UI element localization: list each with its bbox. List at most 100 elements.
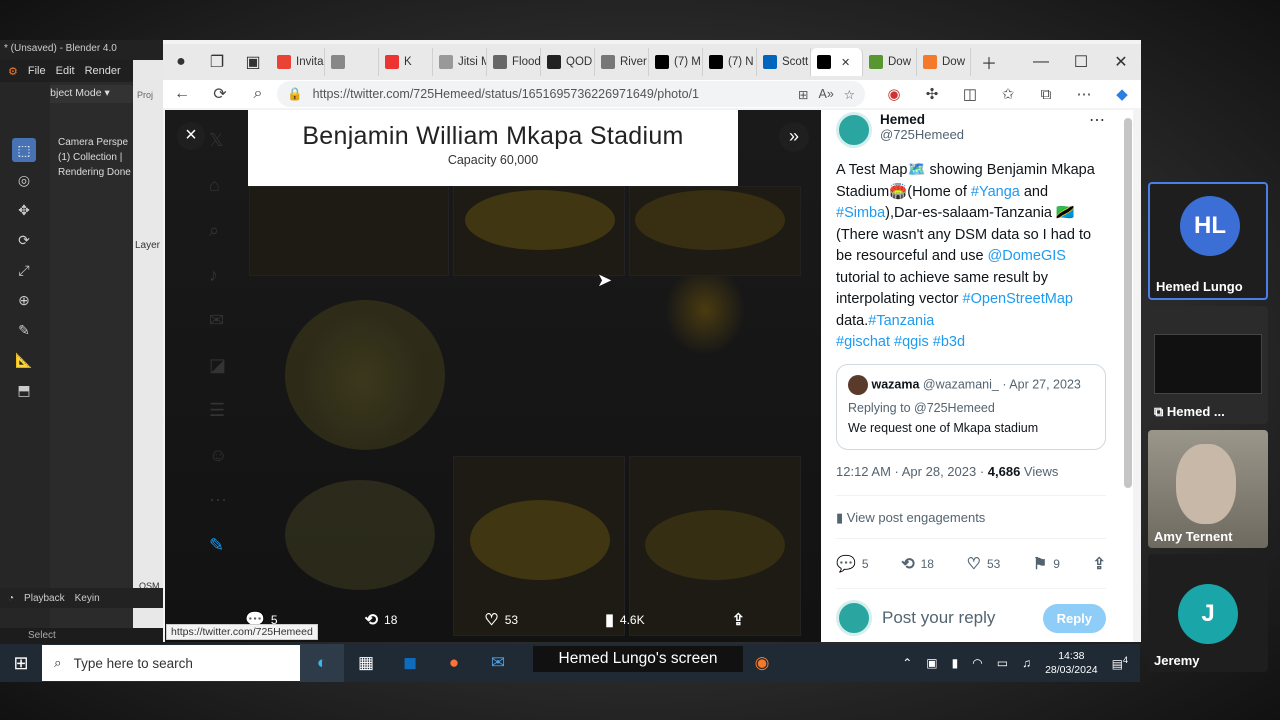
explore-icon[interactable]: ⌕ [209,220,239,265]
viewer-views-button[interactable]: ▮ 4.6K [605,610,645,630]
tray-app-icon[interactable]: ▣ [926,656,937,670]
browser-tab[interactable]: Flood [487,48,541,76]
chevron-up-icon[interactable]: ⌃ [902,656,912,670]
favorites-icon[interactable]: ✩ [989,85,1027,103]
reply-input[interactable]: Post your reply [882,608,1033,628]
scale-icon[interactable]: ⤢ [12,258,36,282]
transform-icon[interactable]: ⊕ [12,288,36,312]
search-icon[interactable]: ⌕ [239,85,277,103]
tweet-scrollbar[interactable] [1124,118,1132,488]
viewer-repost-button[interactable]: ⟲ 18 [365,610,398,630]
share-button[interactable]: ⇪ [1093,554,1106,574]
notifications-button[interactable]: ▤4 [1112,655,1128,671]
browser-tab[interactable]: Dow [863,48,917,76]
participant-tile[interactable]: J Jeremy [1148,554,1268,672]
browser-tab[interactable]: Scott [757,48,811,76]
wifi-icon[interactable]: ◠ [972,656,982,670]
browser-tab[interactable]: QOD [541,48,595,76]
outlook-icon[interactable]: ◼ [388,644,432,682]
browser-tab[interactable]: Jitsi M [433,48,487,76]
browser-tab[interactable]: (7) N [703,48,757,76]
reply-button[interactable]: 💬 5 [836,554,869,574]
browser-tab[interactable]: Invita [271,48,325,76]
minimize-button[interactable]: — [1021,53,1061,71]
more-options-icon[interactable]: ⋯ [1089,110,1105,130]
expand-panel-button[interactable]: » [779,122,809,152]
hashtag-link[interactable]: #Yanga [971,184,1020,200]
bookmark-button[interactable]: ⚑ 9 [1033,554,1060,574]
hashtag-link[interactable]: #OpenStreetMap [963,291,1073,307]
lists-icon[interactable]: ☰ [209,400,239,445]
x-logo-icon[interactable]: 𝕏 [209,130,239,175]
grok-icon[interactable]: ◪ [209,355,239,400]
usb-icon[interactable]: ▮ [952,656,959,670]
keying-menu[interactable]: Keyin [75,593,100,604]
windows-start-icon[interactable]: ⊞ [0,653,42,674]
tab-actions-icon[interactable]: ▣ [235,52,271,72]
new-tab-button[interactable]: ＋ [971,50,1007,74]
profile-icon[interactable]: ● [163,53,199,71]
read-aloud-icon[interactable]: A» [818,87,833,101]
more-circle-icon[interactable]: ⋯ [209,490,239,535]
post-button-icon[interactable]: ✎ [209,535,239,580]
battery-icon[interactable]: ▭ [997,656,1008,670]
profile-icon[interactable]: ☺ [209,445,239,490]
menu-file[interactable]: File [28,65,46,77]
home-icon[interactable]: ⌂ [209,175,239,220]
maximize-button[interactable]: ☐ [1061,52,1101,72]
viewer-like-button[interactable]: ♡ 53 [484,610,518,630]
blender-logo-icon[interactable]: ⚙ [8,65,18,78]
firefox-icon[interactable]: ● [432,644,476,682]
menu-edit[interactable]: Edit [56,65,75,77]
copilot-icon[interactable]: ◆ [1103,85,1141,103]
reply-submit-button[interactable]: Reply [1042,603,1106,633]
back-arrow-icon[interactable]: ← [163,85,201,103]
refresh-icon[interactable]: ⟳ [201,84,239,104]
mention-link[interactable]: @DomeGIS [988,248,1066,264]
author-name[interactable]: Hemed [880,112,964,127]
puzzle-icon[interactable]: ✣ [913,85,951,103]
blender-icon[interactable]: ◉ [740,644,784,682]
author-avatar[interactable] [836,112,872,148]
apps-icon[interactable]: ⊞ [798,87,808,102]
like-button[interactable]: ♡ 53 [967,554,1001,574]
quoted-tweet[interactable]: wazama @wazamani_ · Apr 27, 2023 Replyin… [836,364,1106,450]
clock-icon[interactable]: ◔ [8,593,14,604]
extension-icon[interactable]: ◉ [875,85,913,103]
participant-tile[interactable]: Amy Ternent [1148,430,1268,548]
more-icon[interactable]: ⋯ [1065,85,1103,103]
select-box-icon[interactable]: ⬚ [12,138,36,162]
edge-icon[interactable]: ◐ [300,644,344,682]
cursor-icon[interactable]: ◎ [12,168,36,192]
mail-icon[interactable]: ✉ [476,644,520,682]
workspaces-icon[interactable]: ❐ [199,52,235,72]
tweet-datetime[interactable]: 12:12 AM · Apr 28, 2023 · [836,464,988,479]
store-icon[interactable]: ▦ [344,644,388,682]
participant-tile[interactable]: ⧉ Hemed ... [1148,306,1268,424]
favorite-star-icon[interactable]: ☆ [844,87,855,102]
repost-button[interactable]: ⟲ 18 [901,554,934,574]
view-engagements-link[interactable]: ▮ View post engagements [836,510,985,526]
hashtag-link[interactable]: #Simba [836,205,885,221]
hashtag-link[interactable]: #gischat [836,334,890,350]
browser-tab[interactable] [325,48,379,76]
viewer-share-button[interactable]: ⇪ [732,610,745,630]
menu-render[interactable]: Render [85,65,121,77]
move-icon[interactable]: ✥ [12,198,36,222]
hashtag-link[interactable]: #Tanzania [868,313,934,329]
annotate-icon[interactable]: ✎ [12,318,36,342]
close-viewer-button[interactable]: × [177,122,205,150]
hashtag-link[interactable]: #b3d [933,334,965,350]
messages-icon[interactable]: ✉ [209,310,239,355]
participant-tile[interactable]: HL Hemed Lungo [1148,182,1268,300]
hashtag-link[interactable]: #qgis [894,334,929,350]
split-screen-icon[interactable]: ◫ [951,85,989,103]
object-mode-select[interactable]: Object Mode ▾ [38,85,133,103]
url-field[interactable]: 🔒 https://twitter.com/725Hemeed/status/1… [277,81,865,107]
taskbar-search[interactable]: ⌕ Type here to search [42,645,300,681]
browser-tab[interactable]: Dow [917,48,971,76]
browser-tab[interactable]: (7) M [649,48,703,76]
playback-menu[interactable]: Playback [24,593,65,604]
measure-icon[interactable]: 📐 [12,348,36,372]
browser-tab[interactable]: K [379,48,433,76]
